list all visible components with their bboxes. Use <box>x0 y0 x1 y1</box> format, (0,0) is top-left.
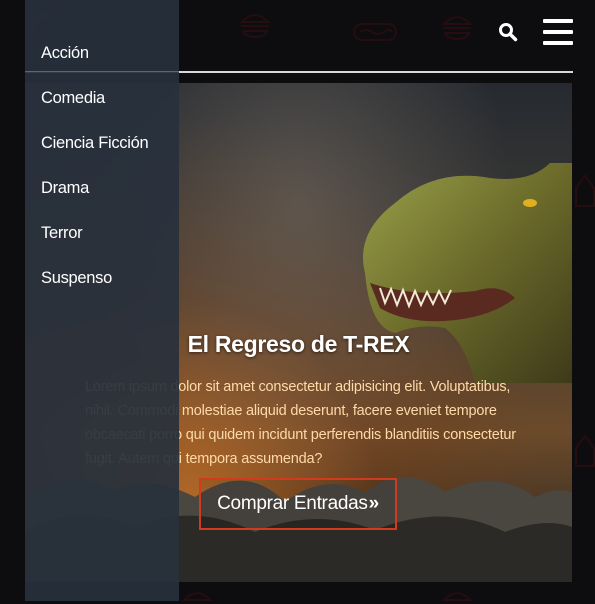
house-icon <box>575 434 595 467</box>
menu-item-accion[interactable]: Acción <box>41 44 89 63</box>
menu-item-comedia[interactable]: Comedia <box>41 89 105 108</box>
double-chevron-right-icon: » <box>368 493 380 514</box>
burger-icon <box>181 592 213 601</box>
genre-side-menu: Acción Comedia Ciencia Ficción Drama Ter… <box>25 0 179 601</box>
hamburger-menu-button[interactable] <box>543 19 573 45</box>
menu-item-terror[interactable]: Terror <box>41 224 83 243</box>
menu-divider <box>25 71 179 72</box>
menu-item-suspenso[interactable]: Suspenso <box>41 269 112 288</box>
menu-item-ciencia-ficcion[interactable]: Ciencia Ficción <box>41 134 149 153</box>
burger-icon <box>441 592 473 601</box>
house-icon <box>575 174 595 207</box>
search-button[interactable] <box>498 22 518 42</box>
hamburger-icon <box>543 19 573 23</box>
buy-tickets-button[interactable]: Comprar Entradas» <box>199 478 397 530</box>
buy-tickets-label: Comprar Entradas <box>217 493 368 514</box>
search-icon <box>499 23 518 42</box>
menu-item-drama[interactable]: Drama <box>41 179 89 198</box>
